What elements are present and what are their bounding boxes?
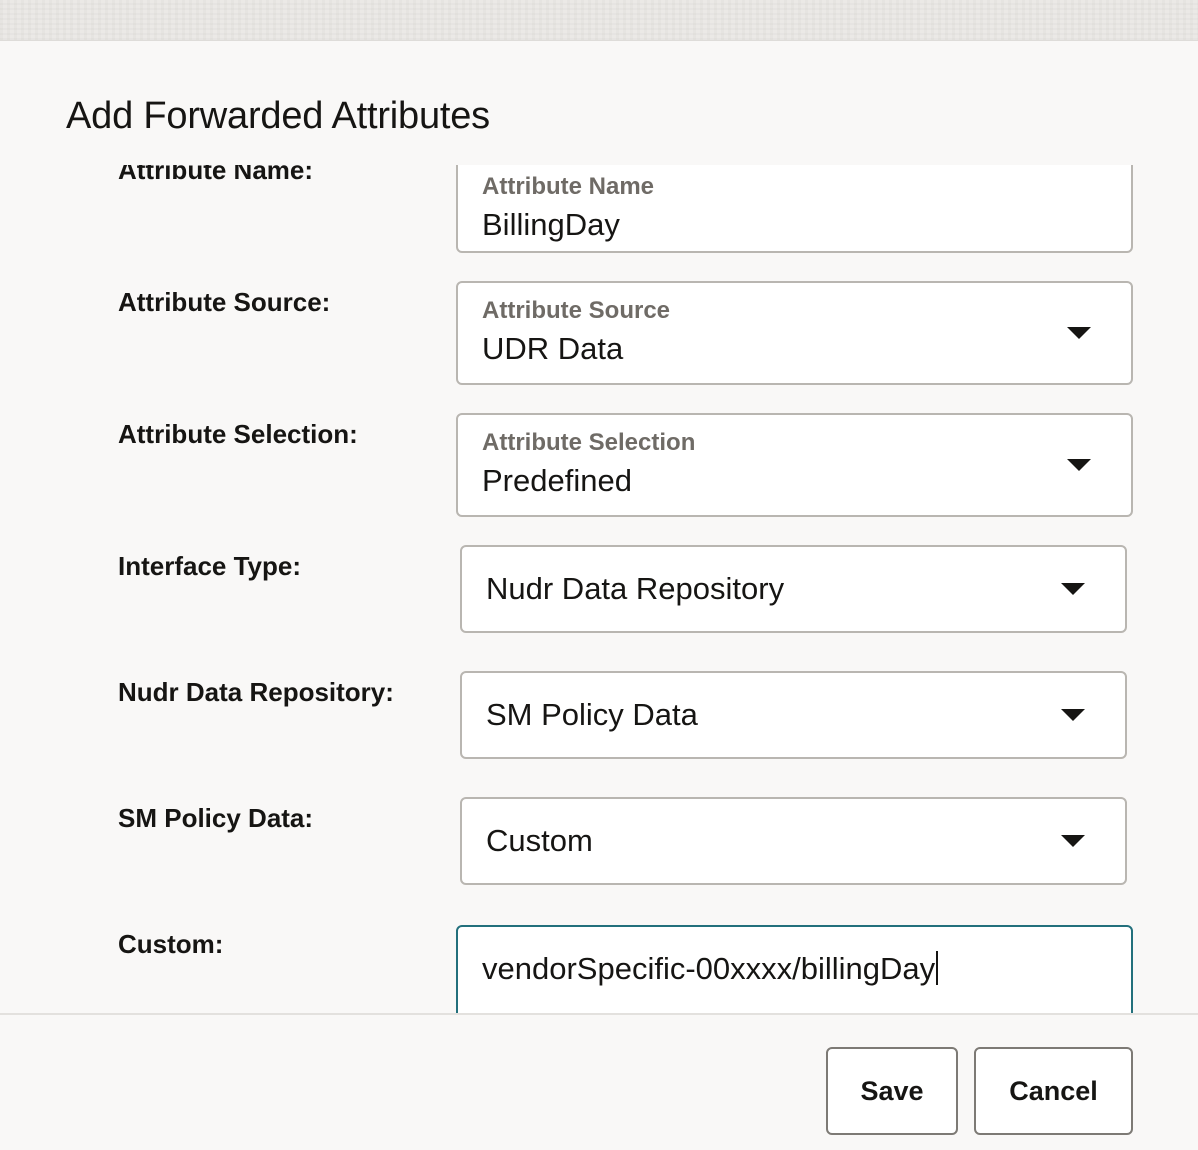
custom-input-value: vendorSpecific-00xxxx/billingDay: [482, 951, 939, 987]
footer-divider: [0, 1013, 1198, 1015]
attribute-source-select[interactable]: Attribute Source UDR Data: [456, 281, 1133, 385]
attribute-selection-select[interactable]: Attribute Selection Predefined: [456, 413, 1133, 517]
nudr-data-repository-row-label: Nudr Data Repository:: [118, 677, 394, 707]
attribute-selection-field-label: Attribute Selection: [482, 429, 696, 456]
page-backdrop: [0, 0, 1198, 40]
custom-input[interactable]: vendorSpecific-00xxxx/billingDay: [456, 925, 1133, 1013]
interface-type-select[interactable]: Nudr Data Repository: [460, 545, 1127, 633]
save-button[interactable]: Save: [826, 1047, 958, 1135]
caret-down-icon[interactable]: [1061, 709, 1085, 721]
cancel-button[interactable]: Cancel: [974, 1047, 1133, 1135]
caret-down-icon[interactable]: [1067, 327, 1091, 339]
interface-type-value: Nudr Data Repository: [486, 571, 785, 606]
attribute-name-value: BillingDay: [482, 207, 620, 242]
caret-down-icon[interactable]: [1067, 459, 1091, 471]
attribute-name-row-label: Attribute Name:: [118, 165, 314, 185]
sm-policy-data-select[interactable]: Custom: [460, 797, 1127, 885]
attribute-name-field[interactable]: Attribute Name BillingDay: [456, 165, 1133, 253]
nudr-data-repository-select[interactable]: SM Policy Data: [460, 671, 1127, 759]
dialog-body-scroll-area[interactable]: Attribute Name: Attribute Name BillingDa…: [0, 165, 1198, 1013]
text-cursor: [936, 951, 939, 985]
caret-down-icon[interactable]: [1061, 835, 1085, 847]
custom-value-text: vendorSpecific-00xxxx/billingDay: [482, 951, 936, 986]
attribute-source-row-label: Attribute Source:: [118, 287, 331, 317]
attribute-selection-value: Predefined: [482, 463, 632, 498]
attribute-selection-row-label: Attribute Selection:: [118, 419, 358, 449]
interface-type-row-label: Interface Type:: [118, 551, 302, 581]
dialog-title: Add Forwarded Attributes: [66, 95, 490, 137]
attribute-name-field-label: Attribute Name: [482, 173, 655, 200]
nudr-data-repository-value: SM Policy Data: [486, 697, 698, 732]
attribute-source-value: UDR Data: [482, 331, 624, 366]
sm-policy-data-value: Custom: [486, 823, 593, 858]
add-forwarded-attributes-dialog: Add Forwarded Attributes Attribute Name:…: [0, 40, 1198, 1150]
caret-down-icon[interactable]: [1061, 583, 1085, 595]
sm-policy-data-row-label: SM Policy Data:: [118, 803, 314, 833]
attribute-source-field-label: Attribute Source: [482, 297, 671, 324]
custom-row-label: Custom:: [118, 929, 224, 959]
